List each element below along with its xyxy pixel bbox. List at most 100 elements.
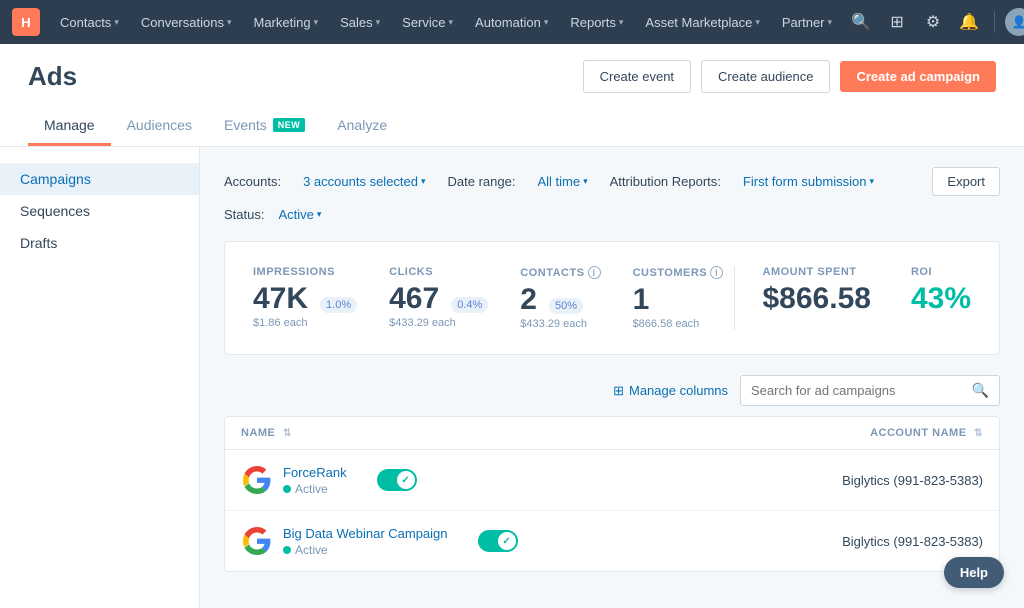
create-campaign-button[interactable]: Create ad campaign <box>840 61 996 92</box>
search-box: 🔍 <box>740 375 1000 406</box>
customers-info-icon[interactable]: i <box>710 266 723 279</box>
col-account-name: ACCOUNT NAME ⇅ <box>721 417 999 450</box>
new-badge: NEW <box>273 118 306 132</box>
status-dropdown[interactable]: Active ▾ <box>272 204 327 225</box>
status-dot <box>283 546 291 554</box>
customers-label: CUSTOMERS i <box>633 266 724 279</box>
toggle-check-icon: ✓ <box>397 471 415 489</box>
nav-asset-marketplace[interactable]: Asset Marketplace ▾ <box>635 11 769 34</box>
sidebar-item-drafts[interactable]: Drafts <box>0 227 199 259</box>
export-button[interactable]: Export <box>932 167 1000 196</box>
tab-analyze[interactable]: Analyze <box>321 107 403 146</box>
chevron-down-icon: ▾ <box>227 17 232 28</box>
status-label: Status: <box>224 207 264 222</box>
hubspot-logo[interactable]: H <box>12 8 40 36</box>
nav-contacts[interactable]: Contacts ▾ <box>50 11 129 34</box>
chevron-down-icon: ▾ <box>421 176 426 187</box>
chevron-down-icon: ▾ <box>619 17 624 28</box>
toggle-check-icon: ✓ <box>498 532 516 550</box>
contacts-value: 2 <box>520 283 537 316</box>
nav-conversations[interactable]: Conversations ▾ <box>131 11 242 34</box>
search-icon[interactable]: 🔍 <box>846 7 876 37</box>
nav-reports[interactable]: Reports ▾ <box>560 11 633 34</box>
table-row: ForceRank Active ✓ <box>225 450 999 511</box>
sidebar-item-sequences[interactable]: Sequences <box>0 195 199 227</box>
nav-partner[interactable]: Partner ▾ <box>772 11 842 34</box>
page-title: Ads <box>28 61 77 92</box>
customers-sub: $866.58 each <box>633 318 700 330</box>
topnav-utility-icons: 🔍 ⊞ ⚙ 🔔 👤 ▾ <box>846 7 1024 37</box>
avatar[interactable]: 👤 <box>1005 8 1024 36</box>
campaign-logo <box>241 525 273 557</box>
campaign-name[interactable]: Big Data Webinar Campaign <box>283 526 448 541</box>
manage-columns-button[interactable]: ⊞ Manage columns <box>613 383 728 399</box>
main-content: Accounts: 3 accounts selected ▾ Date ran… <box>200 147 1024 608</box>
impressions-label: IMPRESSIONS <box>253 266 335 278</box>
tab-audiences[interactable]: Audiences <box>111 107 208 146</box>
stat-roi: ROI 43% <box>911 266 971 316</box>
chevron-down-icon: ▾ <box>755 17 760 28</box>
nav-sales[interactable]: Sales ▾ <box>330 11 390 34</box>
contacts-sub: $433.29 each <box>520 318 587 330</box>
sort-icon[interactable]: ⇅ <box>283 428 292 439</box>
create-event-button[interactable]: Create event <box>583 60 691 93</box>
table-toolbar: ⊞ Manage columns 🔍 <box>224 375 1000 406</box>
chevron-down-icon: ▾ <box>317 209 322 220</box>
amount-spent-value: $866.58 <box>763 282 871 315</box>
accounts-dropdown[interactable]: 3 accounts selected ▾ <box>297 171 431 192</box>
sort-icon[interactable]: ⇅ <box>974 428 983 439</box>
table-header-row: NAME ⇅ ACCOUNT NAME ⇅ <box>225 417 999 450</box>
status-row: Status: Active ▾ <box>224 204 1000 225</box>
campaign-toggle[interactable]: ✓ <box>377 469 417 491</box>
stat-clicks: CLICKS 467 0.4% $433.29 each <box>389 266 488 329</box>
attribution-dropdown[interactable]: First form submission ▾ <box>737 171 880 192</box>
create-audience-button[interactable]: Create audience <box>701 60 830 93</box>
top-navigation: H Contacts ▾ Conversations ▾ Marketing ▾… <box>0 0 1024 44</box>
contacts-info-icon[interactable]: i <box>588 266 601 279</box>
amount-spent-label: AMOUNT SPENT <box>763 266 857 278</box>
attribution-label: Attribution Reports: <box>610 174 721 189</box>
date-dropdown[interactable]: All time ▾ <box>531 171 593 192</box>
campaign-name[interactable]: ForceRank <box>283 465 347 480</box>
contacts-label: CONTACTS i <box>520 266 600 279</box>
sidebar-item-campaigns[interactable]: Campaigns <box>0 163 199 195</box>
nav-service[interactable]: Service ▾ <box>392 11 463 34</box>
campaign-cell: ForceRank Active ✓ <box>225 450 721 511</box>
sidebar: Campaigns Sequences Drafts <box>0 147 200 608</box>
stats-card: IMPRESSIONS 47K 1.0% $1.86 each CLICKS 4… <box>224 241 1000 355</box>
search-input[interactable] <box>751 383 966 398</box>
notifications-icon[interactable]: 🔔 <box>954 7 984 37</box>
impressions-badge: 1.0% <box>320 297 357 313</box>
impressions-value: 47K <box>253 282 308 315</box>
customers-value: 1 <box>633 283 650 316</box>
search-icon: 🔍 <box>972 382 989 399</box>
roi-value: 43% <box>911 282 971 316</box>
table-row: Big Data Webinar Campaign Active <box>225 511 999 572</box>
settings-icon[interactable]: ⚙ <box>918 7 948 37</box>
clicks-label: CLICKS <box>389 266 433 278</box>
contacts-badge: 50% <box>549 298 583 314</box>
account-name: Biglytics (991-823-5383) <box>842 473 983 488</box>
page-header: Ads Create event Create audience Create … <box>0 44 1024 147</box>
nav-automation[interactable]: Automation ▾ <box>465 11 558 34</box>
campaign-cell: Big Data Webinar Campaign Active <box>225 511 721 572</box>
chevron-down-icon: ▾ <box>376 17 381 28</box>
chevron-down-icon: ▾ <box>869 176 874 187</box>
chevron-down-icon: ▾ <box>114 17 119 28</box>
campaign-logo <box>241 464 273 496</box>
chevron-down-icon: ▾ <box>449 17 454 28</box>
tab-events[interactable]: Events NEW <box>208 107 321 146</box>
chevron-down-icon: ▾ <box>828 17 833 28</box>
help-button[interactable]: Help <box>944 557 1004 588</box>
chevron-down-icon: ▾ <box>544 17 549 28</box>
header-actions: Create event Create audience Create ad c… <box>583 60 996 93</box>
nav-marketing[interactable]: Marketing ▾ <box>243 11 328 34</box>
grid-icon[interactable]: ⊞ <box>882 7 912 37</box>
status-dot <box>283 485 291 493</box>
col-name: NAME ⇅ <box>225 417 721 450</box>
campaign-toggle[interactable]: ✓ <box>478 530 518 552</box>
campaign-status: Active <box>283 482 347 496</box>
clicks-sub: $433.29 each <box>389 317 456 329</box>
tab-manage[interactable]: Manage <box>28 107 111 146</box>
nav-divider <box>994 11 995 33</box>
